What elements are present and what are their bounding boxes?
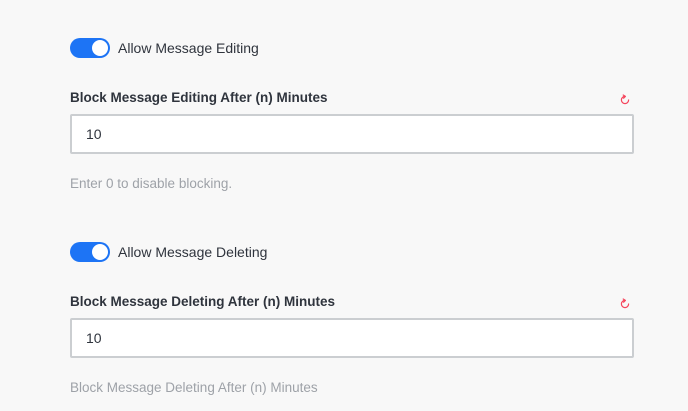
toggle-knob xyxy=(92,244,108,260)
toggle-knob xyxy=(92,40,108,56)
reset-icon[interactable] xyxy=(619,298,631,310)
allow-deleting-toggle[interactable] xyxy=(70,242,110,262)
block-deleting-minutes-input[interactable] xyxy=(70,318,634,358)
allow-editing-row: Allow Message Editing xyxy=(70,38,259,58)
block-deleting-label: Block Message Deleting After (n) Minutes xyxy=(70,294,336,309)
block-editing-hint: Enter 0 to disable blocking. xyxy=(70,176,233,191)
allow-editing-label: Allow Message Editing xyxy=(118,40,259,56)
allow-deleting-row: Allow Message Deleting xyxy=(70,242,267,262)
message-settings-panel: Allow Message Editing Block Message Edit… xyxy=(0,0,688,411)
allow-editing-toggle[interactable] xyxy=(70,38,110,58)
block-editing-label: Block Message Editing After (n) Minutes xyxy=(70,90,328,105)
block-editing-minutes-input[interactable] xyxy=(70,114,634,154)
block-deleting-hint: Block Message Deleting After (n) Minutes xyxy=(70,380,318,395)
allow-deleting-label: Allow Message Deleting xyxy=(118,244,268,260)
reset-icon[interactable] xyxy=(619,94,631,106)
